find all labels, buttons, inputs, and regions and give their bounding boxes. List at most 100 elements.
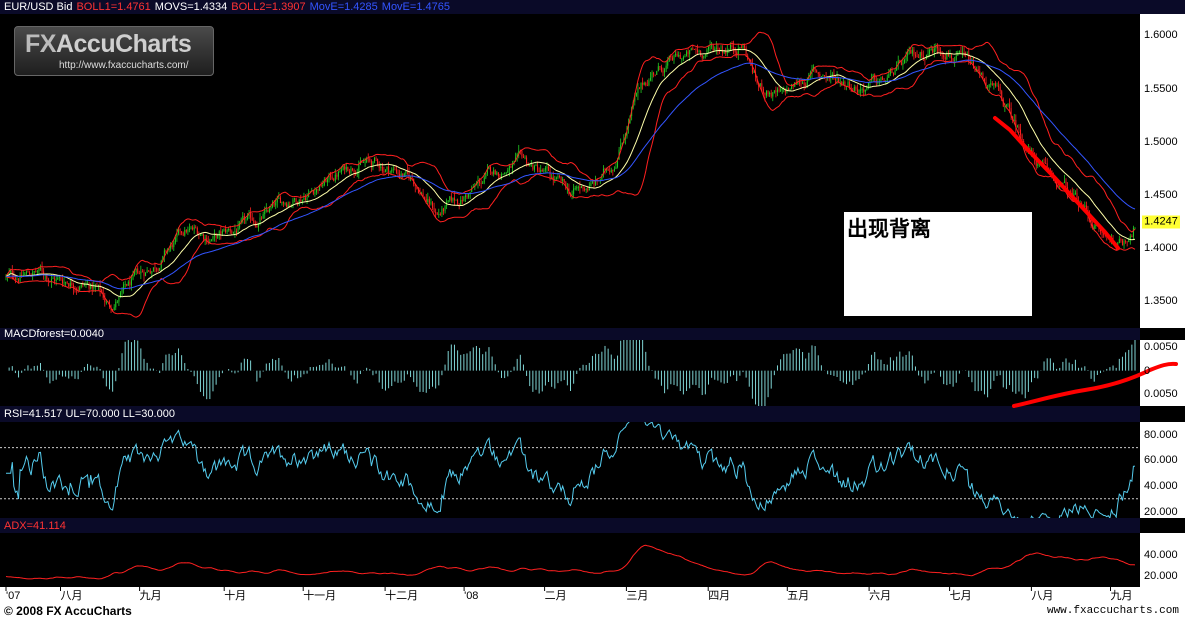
candle-body [455,199,457,201]
candle-body [57,278,59,280]
candle-body [203,234,205,239]
candle-body [690,48,692,51]
candle-body [645,82,647,85]
candle-body [347,167,349,171]
candle-body [236,231,238,234]
candle-body [1043,162,1045,164]
candle-body [789,89,791,91]
last-price-badge: 1.4247 [1142,215,1180,229]
candle-body [551,176,553,178]
candle-body [649,77,651,81]
candle-body [557,176,559,178]
candle-body [190,227,192,229]
candle-body [38,267,40,272]
indicator-readout: MovE=1.4285 [309,1,378,13]
candle-body [427,199,429,203]
y-tick-label: 1.4500 [1144,188,1178,201]
candle-body [816,70,818,73]
candle-body [237,227,239,234]
candle-body [584,188,586,190]
candle-body [463,197,465,202]
candle-body [938,48,940,51]
candle-body [115,301,117,308]
candle-body [590,183,592,187]
candle-body [212,236,214,240]
candle-body [1037,164,1039,166]
candle-body [439,214,441,215]
candle-body [548,167,550,172]
candle-body [482,182,484,184]
candle-body [432,202,434,209]
candle-body [911,49,913,54]
candle-body [364,161,366,163]
candle-body [654,74,656,76]
x-tick-label: 十一月 [303,588,336,602]
candle-body [60,277,62,280]
candle-body [954,59,956,61]
candle-body [196,228,198,235]
candle-body [635,93,637,97]
candle-body [874,74,876,80]
candle-body [397,172,399,174]
candle-body [138,272,140,274]
candle-body [835,78,837,80]
candle-body [383,171,385,172]
candle-body [52,278,54,280]
x-tick-label: 四月 [708,590,730,602]
candle-body [267,209,269,213]
candle-body [678,54,680,57]
candle-body [435,212,437,214]
candle-body [339,171,341,173]
candle-body [573,188,575,194]
candle-body [949,55,951,57]
candle-body [740,47,742,49]
candle-body [353,170,355,173]
candle-body [394,168,396,170]
candle-body [65,282,67,284]
candle-body [653,72,655,75]
candle-body [449,196,451,201]
candle-body [151,271,153,274]
candle-body [802,82,804,84]
candle-body [381,166,383,172]
candle-body [577,186,579,188]
candle-body [61,279,63,284]
candle-body [833,73,835,79]
candle-body [613,168,615,171]
symbol-label: EUR/USD Bid [4,1,73,13]
y-tick-label: 20.000 [1144,505,1178,518]
footer-copyright: © 2008 FX AccuCharts [4,604,132,618]
x-tick-label: 七月 [950,589,972,602]
y-tick-label: 80.000 [1144,428,1178,441]
candle-body [1045,163,1047,165]
candle-body [858,89,860,93]
candle-body [286,203,288,207]
candle-body [262,214,264,219]
candle-body [491,171,493,174]
candle-body [185,230,187,232]
y-tick-label: 40.000 [1144,548,1178,561]
candle-body [886,77,888,81]
candle-body [952,58,954,61]
candle-body [1123,241,1125,246]
x-tick-label: 九月 [140,589,162,602]
candle-body [580,185,582,189]
candle-body [281,201,283,203]
x-tick-label: 二月 [545,590,567,602]
candle-body [79,287,81,291]
candle-body [39,267,41,269]
candle-body [229,229,231,232]
candle-body [350,168,352,174]
candle-body [1005,105,1007,107]
candle-body [165,250,167,252]
candle-body [612,170,614,171]
candle-body [494,170,496,175]
candle-body [856,89,858,93]
candle-body [146,270,148,273]
candle-body [692,48,694,50]
candle-body [143,272,145,276]
candle-body [71,282,73,286]
candle-body [55,279,57,282]
candle-body [181,231,183,234]
y-tick-label: 0.0050 [1144,341,1178,354]
